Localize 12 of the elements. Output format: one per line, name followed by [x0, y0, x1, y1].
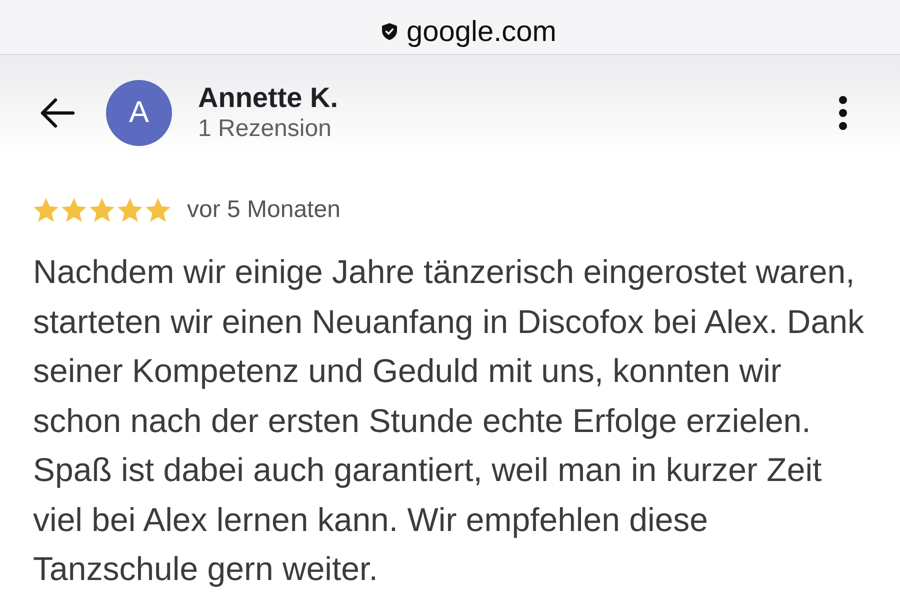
star-icon	[33, 197, 59, 223]
review-count: 1 Rezension	[198, 114, 332, 144]
avatar: A	[106, 80, 172, 146]
star-icon	[61, 197, 87, 223]
review-time: vor 5 Monaten	[187, 195, 340, 225]
star-icon	[145, 197, 171, 223]
reviewer-name: Annette K.	[198, 82, 338, 114]
star-icon	[117, 197, 143, 223]
star-icon	[89, 197, 115, 223]
review-text: Nachdem wir einige Jahre tänzerisch eingerostet waren, starteten wir einen Neuanfang in Discofox bei Alex. Dank seiner Kompetenz und Geduld mit uns, konnten wir schon nach der ersten Stunde echte Erfolge erzielen. Spaß ist dabei auch garantiert, weil man in kurzer Zeit viel bei Alex lernen kann. Wir empfehlen diese Tanzschule gern weiter.	[33, 252, 865, 589]
more-options-icon[interactable]	[839, 96, 847, 130]
url-text: google.com	[406, 16, 556, 48]
